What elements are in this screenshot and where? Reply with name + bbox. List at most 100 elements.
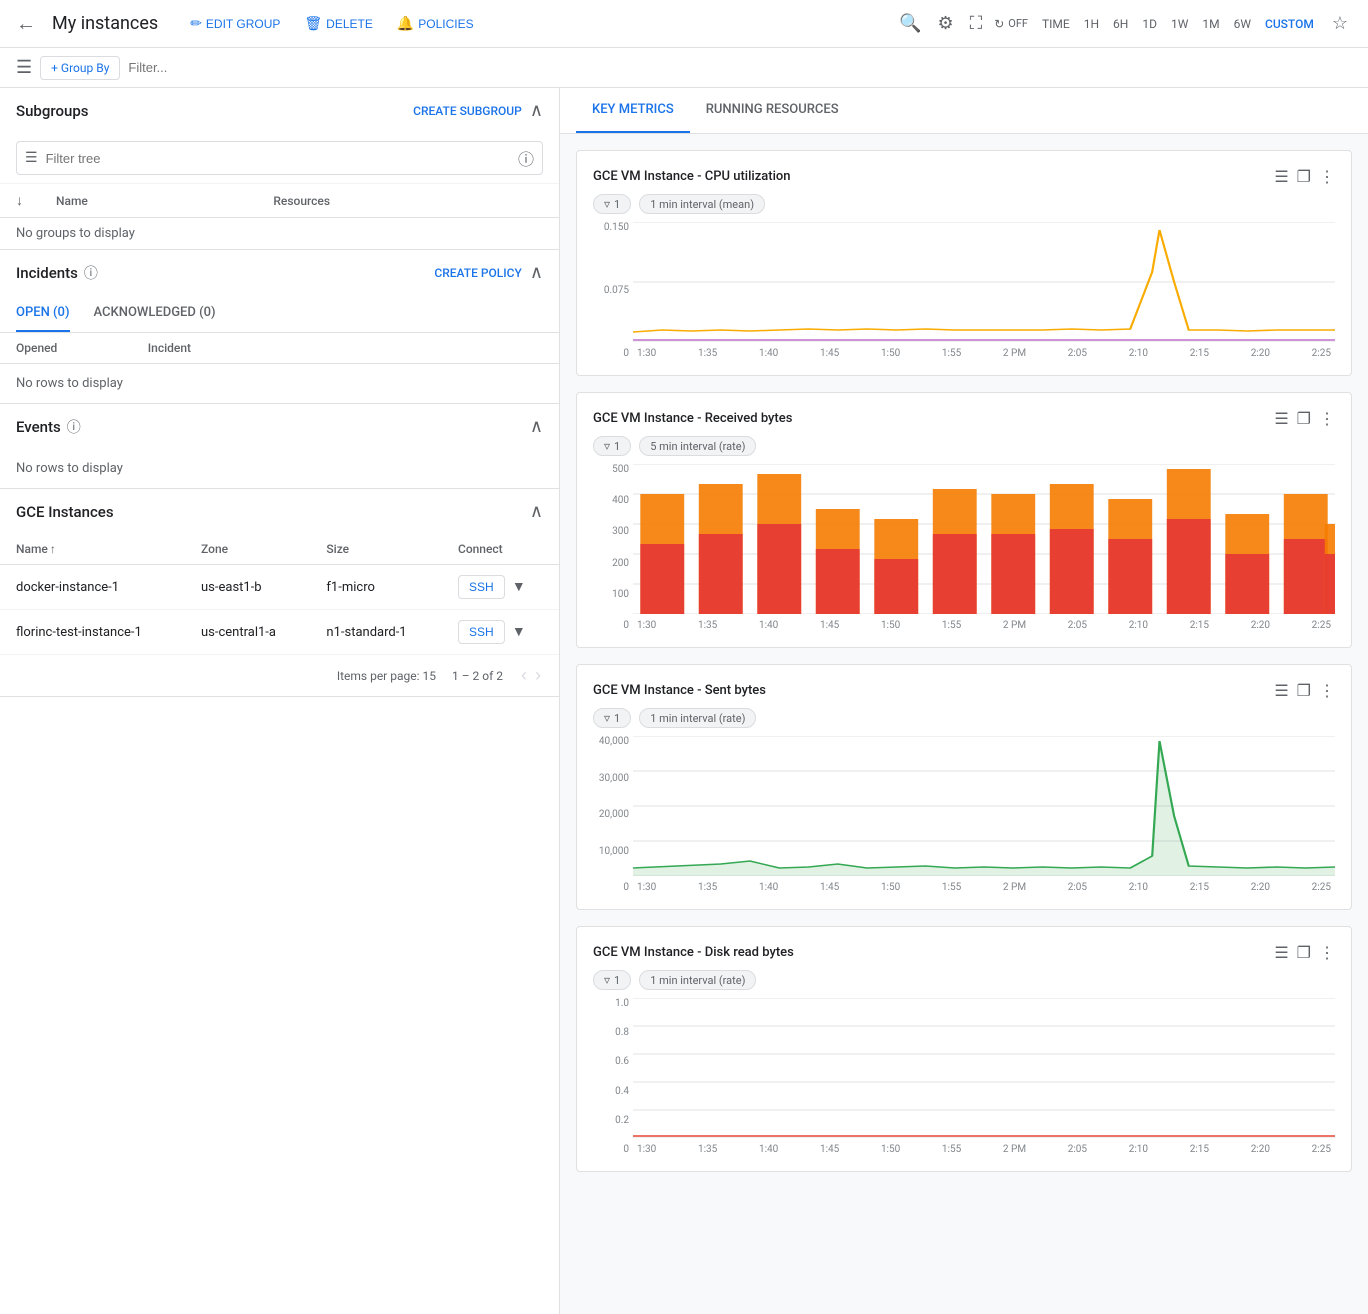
interval-custom[interactable]: CUSTOM: [1259, 13, 1320, 35]
sent-list-icon[interactable]: ☰: [1274, 681, 1288, 700]
ssh-dropdown-2[interactable]: ▼: [512, 624, 526, 640]
disk-read-more-icon[interactable]: ⋮: [1319, 943, 1335, 962]
received-expand-icon[interactable]: ❐: [1297, 409, 1311, 428]
interval-1m[interactable]: 1M: [1196, 13, 1225, 35]
delete-button[interactable]: 🗑 DELETE: [296, 11, 380, 36]
incidents-opened-col: Opened: [16, 341, 148, 355]
subgroups-name-col: Name: [40, 184, 257, 218]
cpu-more-icon[interactable]: ⋮: [1319, 167, 1335, 186]
cpu-svg: [633, 222, 1335, 342]
received-chart-inner: 1:301:351:401:451:501:552 PM2:052:102:15…: [633, 464, 1335, 631]
received-list-icon[interactable]: ☰: [1274, 409, 1288, 428]
filter-input[interactable]: [128, 60, 1352, 75]
sent-chart-inner: 1:301:351:401:451:501:552 PM2:052:102:15…: [633, 736, 1335, 893]
incidents-collapse-icon[interactable]: ∧: [530, 262, 543, 283]
incidents-title: Incidents ⓘ: [16, 263, 98, 283]
star-icon[interactable]: ☆: [1328, 9, 1352, 38]
settings-icon[interactable]: ⚙: [933, 9, 957, 38]
incidents-tabs: OPEN (0) ACKNOWLEDGED (0): [0, 295, 559, 333]
tab-open[interactable]: OPEN (0): [16, 295, 70, 332]
incidents-no-rows: No rows to display: [0, 364, 559, 403]
cpu-filter-chip[interactable]: ▿ 1: [593, 194, 631, 214]
sent-bytes-chart-card: GCE VM Instance - Sent bytes ☰ ❐ ⋮ ▿ 1 1…: [576, 664, 1352, 910]
ssh-button-2[interactable]: SSH: [458, 620, 505, 644]
next-page-button[interactable]: ›: [533, 663, 543, 688]
interval-6h[interactable]: 6H: [1107, 13, 1134, 35]
charts-container: GCE VM Instance - CPU utilization ☰ ❐ ⋮ …: [560, 134, 1368, 1188]
gce-instances-header[interactable]: GCE Instances ∧: [0, 489, 559, 534]
prev-page-button[interactable]: ‹: [519, 663, 529, 688]
received-interval-chip[interactable]: 5 min interval (rate): [639, 436, 756, 456]
time-controls: TIME 1H 6H 1D 1W 1M 6W CUSTOM: [1036, 13, 1320, 35]
name-sort-icon[interactable]: ↑: [50, 542, 56, 556]
policies-button[interactable]: 🔔 POLICIES: [389, 11, 482, 36]
subgroups-header[interactable]: Subgroups CREATE SUBGROUP ∧: [0, 88, 559, 133]
interval-6w[interactable]: 6W: [1228, 13, 1257, 35]
disk-read-expand-icon[interactable]: ❐: [1297, 943, 1311, 962]
subgroups-resources-col: Resources: [257, 184, 559, 218]
policies-icon: 🔔: [397, 15, 414, 32]
sent-more-icon[interactable]: ⋮: [1319, 681, 1335, 700]
received-bytes-chart-card: GCE VM Instance - Received bytes ☰ ❐ ⋮ ▿…: [576, 392, 1352, 648]
cpu-chart-area: 0.150 0.075 0: [593, 222, 1335, 359]
disk-read-chart-card: GCE VM Instance - Disk read bytes ☰ ❐ ⋮ …: [576, 926, 1352, 1172]
sent-interval-chip[interactable]: 1 min interval (rate): [639, 708, 756, 728]
cpu-interval-chip[interactable]: 1 min interval (mean): [639, 194, 765, 214]
subgroups-collapse-icon[interactable]: ∧: [530, 100, 543, 121]
gce-instances-collapse-icon[interactable]: ∧: [530, 501, 543, 522]
subgroups-section: Subgroups CREATE SUBGROUP ∧ ☰ ⓘ ↓: [0, 88, 559, 250]
sent-chart-actions: ☰ ❐ ⋮: [1274, 681, 1335, 700]
received-chart-header: GCE VM Instance - Received bytes ☰ ❐ ⋮: [593, 409, 1335, 428]
pagination-buttons: ‹ ›: [519, 663, 543, 688]
disk-read-filter-chip[interactable]: ▿ 1: [593, 970, 631, 990]
instance-name-2: florinc-test-instance-1: [0, 610, 185, 655]
received-chart-title: GCE VM Instance - Received bytes: [593, 411, 792, 426]
cpu-x-labels: 1:301:351:401:451:501:552 PM2:052:102:15…: [633, 348, 1335, 359]
cpu-chart-title: GCE VM Instance - CPU utilization: [593, 169, 791, 184]
cpu-chart-header: GCE VM Instance - CPU utilization ☰ ❐ ⋮: [593, 167, 1335, 186]
received-chart-area: 5004003002001000: [593, 464, 1335, 631]
interval-1d[interactable]: 1D: [1136, 13, 1163, 35]
page-title: My instances: [52, 13, 158, 34]
sent-expand-icon[interactable]: ❐: [1297, 681, 1311, 700]
fullscreen-icon[interactable]: ⛶: [966, 9, 987, 38]
disk-read-chart-actions: ☰ ❐ ⋮: [1274, 943, 1335, 962]
filter-tree-input[interactable]: [46, 151, 510, 166]
create-subgroup-link[interactable]: CREATE SUBGROUP: [413, 104, 522, 118]
received-filter-chip[interactable]: ▿ 1: [593, 436, 631, 456]
table-row: docker-instance-1 us-east1-b f1-micro SS…: [0, 565, 559, 610]
back-button[interactable]: ←: [16, 11, 36, 36]
sent-filter-chip[interactable]: ▿ 1: [593, 708, 631, 728]
interval-1h[interactable]: 1H: [1078, 13, 1105, 35]
cpu-list-icon[interactable]: ☰: [1274, 167, 1288, 186]
sort-arrow-icon[interactable]: ↓: [16, 193, 23, 209]
events-title: Events ⓘ: [16, 417, 81, 437]
received-more-icon[interactable]: ⋮: [1319, 409, 1335, 428]
left-panel: Subgroups CREATE SUBGROUP ∧ ☰ ⓘ ↓: [0, 88, 560, 1314]
cpu-chip-icon: ▿: [604, 197, 610, 211]
incidents-help-icon[interactable]: ⓘ: [84, 263, 98, 283]
menu-icon[interactable]: ☰: [16, 57, 32, 78]
subgroups-table: ↓ Name Resources No groups to display: [0, 184, 559, 249]
gce-instances-title: GCE Instances: [16, 503, 114, 521]
disk-read-interval-chip[interactable]: 1 min interval (rate): [639, 970, 756, 990]
ssh-dropdown-1[interactable]: ▼: [512, 579, 526, 595]
cpu-expand-icon[interactable]: ❐: [1297, 167, 1311, 186]
instance-name-1: docker-instance-1: [0, 565, 185, 610]
sent-chart-area: 40,00030,00020,00010,0000: [593, 736, 1335, 893]
filter-tree-help-icon[interactable]: ⓘ: [518, 146, 534, 170]
edit-group-button[interactable]: ✏ EDIT GROUP: [182, 11, 288, 36]
events-header: Events ⓘ ∧: [0, 404, 559, 449]
events-help-icon[interactable]: ⓘ: [67, 417, 81, 437]
tab-running-resources[interactable]: RUNNING RESOURCES: [690, 88, 855, 133]
disk-read-list-icon[interactable]: ☰: [1274, 943, 1288, 962]
group-by-button[interactable]: + Group By: [40, 56, 120, 80]
tab-key-metrics[interactable]: KEY METRICS: [576, 88, 690, 133]
ssh-button-1[interactable]: SSH: [458, 575, 505, 599]
search-icon[interactable]: 🔍: [895, 9, 925, 38]
interval-1w[interactable]: 1W: [1165, 13, 1194, 35]
events-collapse-icon[interactable]: ∧: [530, 416, 543, 437]
tab-acknowledged[interactable]: ACKNOWLEDGED (0): [94, 295, 216, 332]
refresh-toggle[interactable]: ↻ OFF: [994, 17, 1028, 31]
create-policy-link[interactable]: CREATE POLICY: [434, 266, 521, 280]
